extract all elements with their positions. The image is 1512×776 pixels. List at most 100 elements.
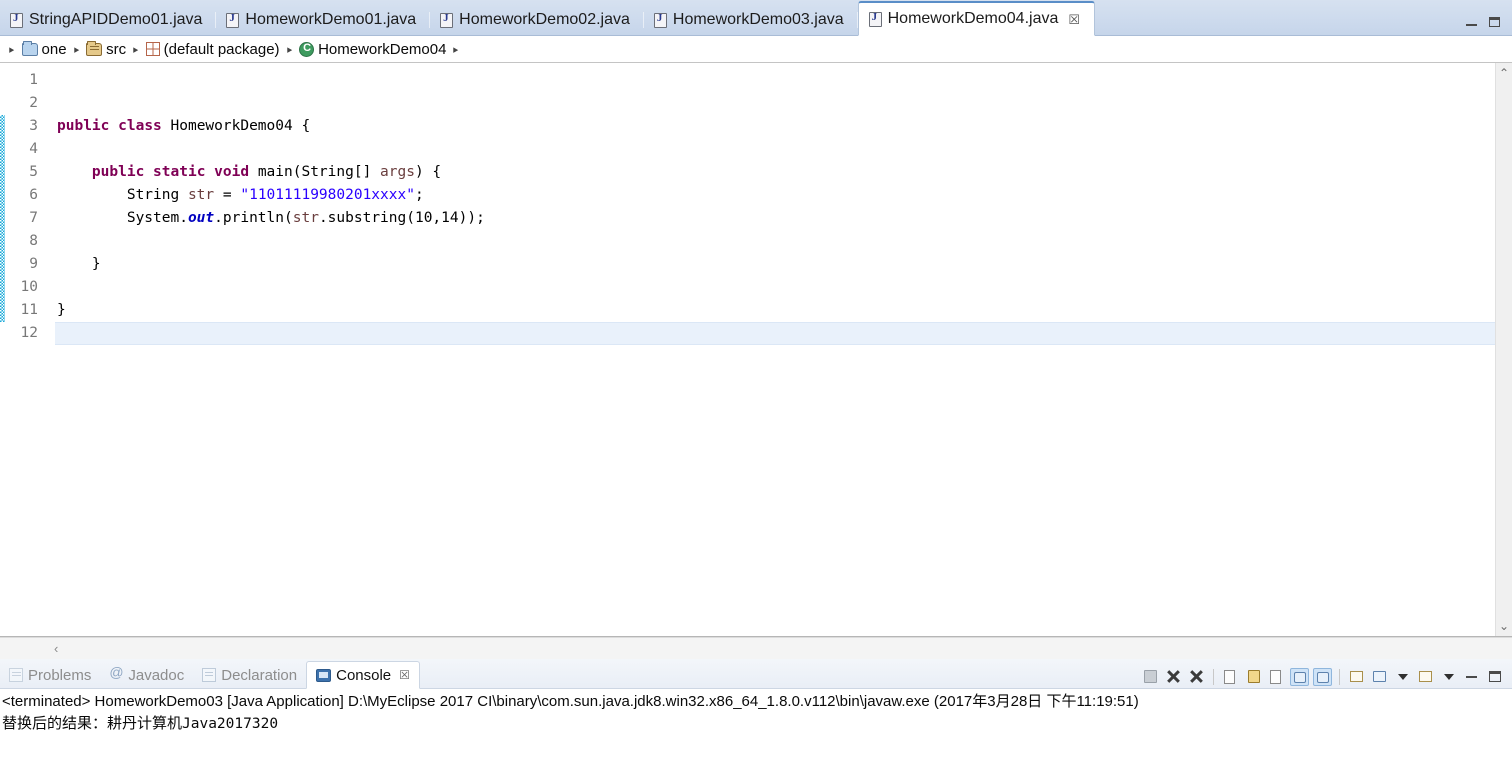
code-line[interactable]: } [55, 299, 1495, 322]
code-line[interactable] [55, 69, 1495, 92]
scroll-up-icon[interactable]: ⌃ [1499, 63, 1509, 83]
word-wrap-button[interactable] [1267, 668, 1286, 686]
code-token: = [214, 187, 241, 203]
console-tab-label: Console [336, 666, 392, 684]
problems-icon [9, 668, 23, 682]
terminate-button[interactable] [1141, 668, 1160, 686]
console-output-area[interactable]: <terminated> HomeworkDemo03 [Java Applic… [0, 689, 1512, 776]
console-launch-header: <terminated> HomeworkDemo03 [Java Applic… [2, 693, 1139, 710]
line-number-gutter[interactable]: 1 2 3 4 5 6 7 8 9 10 11 12 [5, 63, 41, 636]
java-file-icon [653, 12, 667, 28]
console-tab-label: Problems [28, 666, 92, 684]
close-tab-icon[interactable]: ☒ [1068, 13, 1080, 26]
code-token: "11011119980201xxxx" [240, 187, 415, 203]
console-tab-console[interactable]: Console ☒ [306, 661, 420, 689]
java-file-icon [226, 12, 240, 28]
scroll-down-icon[interactable]: ⌄ [1499, 616, 1509, 636]
editor-tab-label: HomeworkDemo02.java [459, 11, 630, 28]
editor-tab-label: HomeworkDemo01.java [245, 11, 417, 28]
breadcrumb-label-project: one [41, 40, 67, 58]
code-line[interactable]: } [55, 253, 1495, 276]
show-console-on-error-icon [1317, 672, 1329, 683]
editor-horizontal-scrollbar[interactable]: ‹ [0, 637, 1512, 659]
breadcrumb-arrow-icon-3: ▸ [133, 43, 139, 56]
code-line[interactable] [55, 230, 1495, 253]
line-number: 4 [29, 141, 38, 157]
show-console-on-output-button[interactable] [1290, 668, 1309, 686]
declaration-icon [202, 668, 217, 682]
code-token: main(String[] [249, 164, 381, 180]
code-token: HomeworkDemo04 { [161, 118, 311, 134]
clear-console-button[interactable] [1221, 668, 1240, 686]
console-tab-javadoc[interactable]: Javadoc [100, 662, 193, 688]
clear-console-icon [1224, 670, 1235, 684]
code-token: .substring(10,14)); [318, 210, 485, 226]
code-token: } [57, 256, 101, 272]
console-output-value: Java2017320 [182, 716, 279, 732]
java-class-icon [299, 41, 315, 57]
code-line[interactable] [55, 92, 1495, 115]
editor-tab-bar: StringAPIDDemo01.java HomeworkDemo01.java… [0, 0, 1512, 36]
word-wrap-icon [1270, 670, 1281, 684]
minimize-panel-button[interactable] [1462, 668, 1481, 686]
code-line[interactable] [55, 276, 1495, 299]
code-token: void [214, 164, 250, 180]
console-tab-problems[interactable]: Problems [0, 662, 100, 688]
code-token: static [153, 164, 206, 180]
code-line[interactable] [55, 322, 1495, 345]
line-number: 3 [29, 118, 38, 134]
hscroll-track[interactable] [58, 643, 1450, 655]
java-file-icon [868, 11, 882, 27]
editor-tab-homeworkdemo01-java[interactable]: HomeworkDemo01.java [216, 5, 431, 35]
pin-console-button[interactable] [1347, 668, 1366, 686]
code-text-area[interactable]: public class HomeworkDemo04 { public sta… [55, 63, 1495, 636]
display-selected-console-button[interactable] [1370, 668, 1389, 686]
editor-tab-homeworkdemo02-java[interactable]: HomeworkDemo02.java [430, 5, 644, 35]
display-console-dropdown[interactable] [1393, 668, 1412, 686]
breadcrumb-item-project[interactable]: one [21, 40, 67, 58]
console-output-prefix: 替换后的结果：耕丹计算机 [2, 715, 183, 732]
line-number: 7 [29, 210, 38, 226]
code-line[interactable]: System.out.println(str.substring(10,14))… [55, 207, 1495, 230]
remove-launch-button[interactable] [1164, 668, 1183, 686]
editor-tab-label: HomeworkDemo04.java [887, 10, 1059, 27]
show-console-on-error-button[interactable] [1313, 668, 1332, 686]
console-tab-label: Declaration [221, 666, 298, 684]
breadcrumb-item-class[interactable]: HomeworkDemo04 [299, 41, 446, 58]
code-line[interactable]: public static void main(String[] args) { [55, 161, 1495, 184]
separator-1 [1213, 669, 1214, 685]
scroll-lock-button[interactable] [1244, 668, 1263, 686]
breadcrumb-label-package: (default package) [163, 40, 280, 58]
line-number: 5 [29, 164, 38, 180]
code-token: } [57, 302, 66, 318]
remove-all-terminated-button[interactable] [1187, 668, 1206, 686]
code-token: args [380, 164, 415, 180]
maximize-panel-button[interactable] [1485, 668, 1504, 686]
editor-tab-stringapiddemo01-java[interactable]: StringAPIDDemo01.java [0, 5, 217, 35]
console-tab-declaration[interactable]: Declaration [193, 662, 306, 688]
editor-tab-label: HomeworkDemo03.java [672, 11, 844, 28]
maximize-editor-icon[interactable] [1489, 17, 1500, 27]
editor-vertical-scrollbar[interactable]: ⌃ ⌄ [1495, 63, 1512, 636]
open-console-dropdown[interactable] [1439, 668, 1458, 686]
java-file-icon [440, 12, 454, 28]
project-folder-icon [21, 40, 38, 56]
code-line[interactable]: public class HomeworkDemo04 { [55, 115, 1495, 138]
code-token: .println( [214, 210, 293, 226]
breadcrumb-item-package[interactable]: (default package) [145, 40, 280, 58]
breadcrumb-label-src: src [106, 40, 127, 58]
open-console-button[interactable] [1416, 668, 1435, 686]
breadcrumb-item-src[interactable]: src [86, 40, 127, 58]
console-panel: Problems Javadoc Declaration Console ☒ <term… [0, 659, 1512, 776]
code-line[interactable]: String str = "11011119980201xxxx"; [55, 184, 1495, 207]
breadcrumb-arrow-icon-2: ▸ [73, 43, 79, 56]
folding-column[interactable] [41, 63, 55, 636]
close-console-tab-icon[interactable]: ☒ [399, 668, 410, 682]
package-icon [145, 42, 160, 56]
editor-tab-homeworkdemo03-java[interactable]: HomeworkDemo03.java [644, 5, 858, 35]
editor-tab-homeworkdemo04-java[interactable]: HomeworkDemo04.java ☒ [857, 1, 1096, 36]
minimize-editor-icon[interactable] [1466, 18, 1477, 26]
code-line[interactable] [55, 138, 1495, 161]
